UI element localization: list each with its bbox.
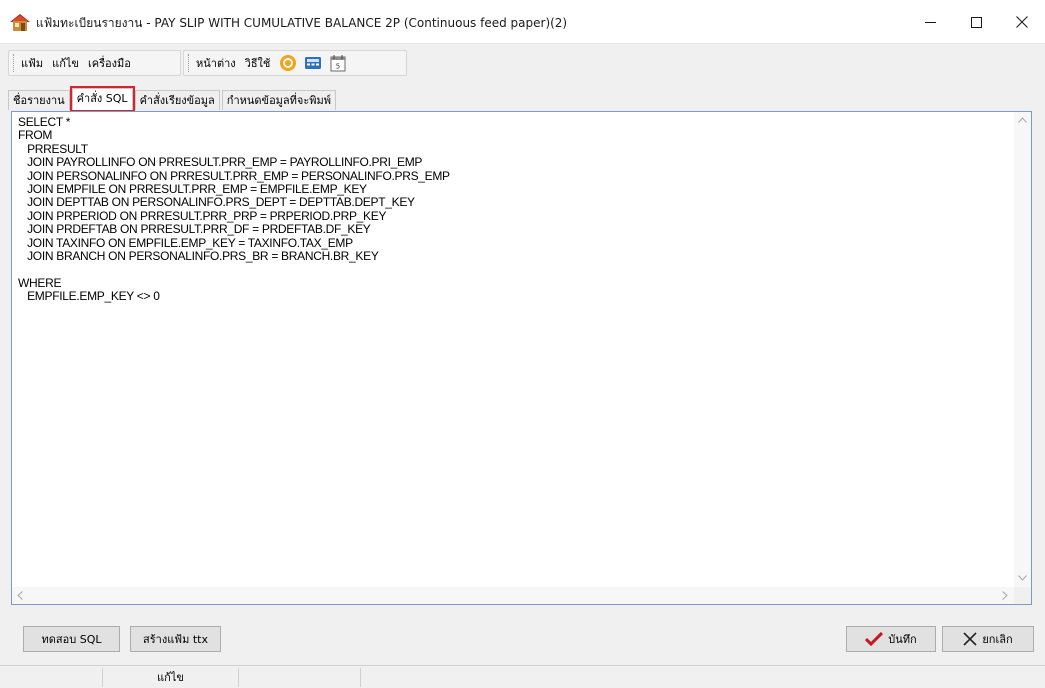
- x-mark-icon: [963, 632, 977, 646]
- menu-help[interactable]: วิธีใช้: [245, 54, 271, 72]
- create-ttx-button[interactable]: สร้างแฟ้ม ttx: [130, 626, 221, 652]
- status-panel-1: [0, 668, 103, 687]
- menu-bar-2: หน้าต่าง วิธีใช้ 5: [183, 50, 407, 76]
- scroll-up-icon[interactable]: [1018, 116, 1027, 126]
- status-mode: แก้ไข: [103, 668, 239, 687]
- vertical-scrollbar[interactable]: [1014, 112, 1031, 588]
- menu-bar: แฟ้ม แก้ไข เครื่องมือ: [8, 50, 181, 76]
- scroll-down-icon[interactable]: [1018, 574, 1027, 584]
- tab-report-name[interactable]: ชื่อรายงาน: [8, 90, 70, 110]
- calculator-icon[interactable]: [304, 54, 322, 72]
- sql-editor[interactable]: SELECT * FROM PRRESULT JOIN PAYROLLINFO …: [11, 111, 1032, 605]
- help-circle-icon[interactable]: [279, 54, 297, 72]
- window-title: แฟ้มทะเบียนรายงาน - PAY SLIP WITH CUMULA…: [36, 16, 568, 30]
- calendar-icon[interactable]: 5: [329, 54, 347, 72]
- cancel-label: ยกเลิก: [982, 633, 1013, 646]
- test-sql-button[interactable]: ทดสอบ SQL: [23, 626, 120, 652]
- scroll-right-icon[interactable]: [1002, 591, 1008, 603]
- status-panel-3: [239, 668, 361, 687]
- status-bar: แก้ไข: [0, 665, 1045, 688]
- scrollbar-corner: [1014, 587, 1031, 604]
- cancel-button[interactable]: ยกเลิก: [942, 626, 1034, 652]
- minimize-icon[interactable]: [907, 0, 953, 44]
- tab-sql-command[interactable]: คำสั่ง SQL: [69, 86, 135, 112]
- menu-tools[interactable]: เครื่องมือ: [88, 54, 131, 72]
- close-icon[interactable]: [999, 0, 1045, 44]
- svg-text:5: 5: [336, 63, 340, 71]
- toolbar-grip[interactable]: [13, 54, 16, 72]
- tab-sort-command[interactable]: คำสั่งเรียงข้อมูล: [134, 90, 220, 110]
- horizontal-scrollbar[interactable]: [12, 587, 1014, 604]
- save-label: บันทึก: [888, 633, 917, 646]
- house-icon[interactable]: [9, 12, 31, 32]
- test-sql-label: ทดสอบ SQL: [41, 633, 102, 646]
- toolbar: แฟ้ม แก้ไข เครื่องมือ หน้าต่าง วิธีใช้ 5: [0, 44, 1045, 84]
- title-bar: แฟ้มทะเบียนรายงาน - PAY SLIP WITH CUMULA…: [0, 0, 1045, 44]
- menu-window[interactable]: หน้าต่าง: [196, 54, 236, 72]
- toolbar-grip[interactable]: [188, 54, 191, 72]
- menu-file[interactable]: แฟ้ม: [21, 54, 43, 72]
- scroll-left-icon[interactable]: [17, 591, 23, 603]
- tab-print-fields[interactable]: กำหนดข้อมูลที่จะพิมพ์: [221, 90, 337, 110]
- save-button[interactable]: บันทึก: [846, 626, 936, 652]
- maximize-icon[interactable]: [953, 0, 999, 44]
- create-ttx-label: สร้างแฟ้ม ttx: [143, 633, 208, 646]
- sql-query-text[interactable]: SELECT * FROM PRRESULT JOIN PAYROLLINFO …: [18, 116, 1003, 586]
- tab-strip: ชื่อรายงาน คำสั่ง SQL คำสั่งเรียงข้อมูล …: [8, 86, 338, 112]
- checkmark-icon: [865, 632, 884, 646]
- menu-edit[interactable]: แก้ไข: [52, 54, 79, 72]
